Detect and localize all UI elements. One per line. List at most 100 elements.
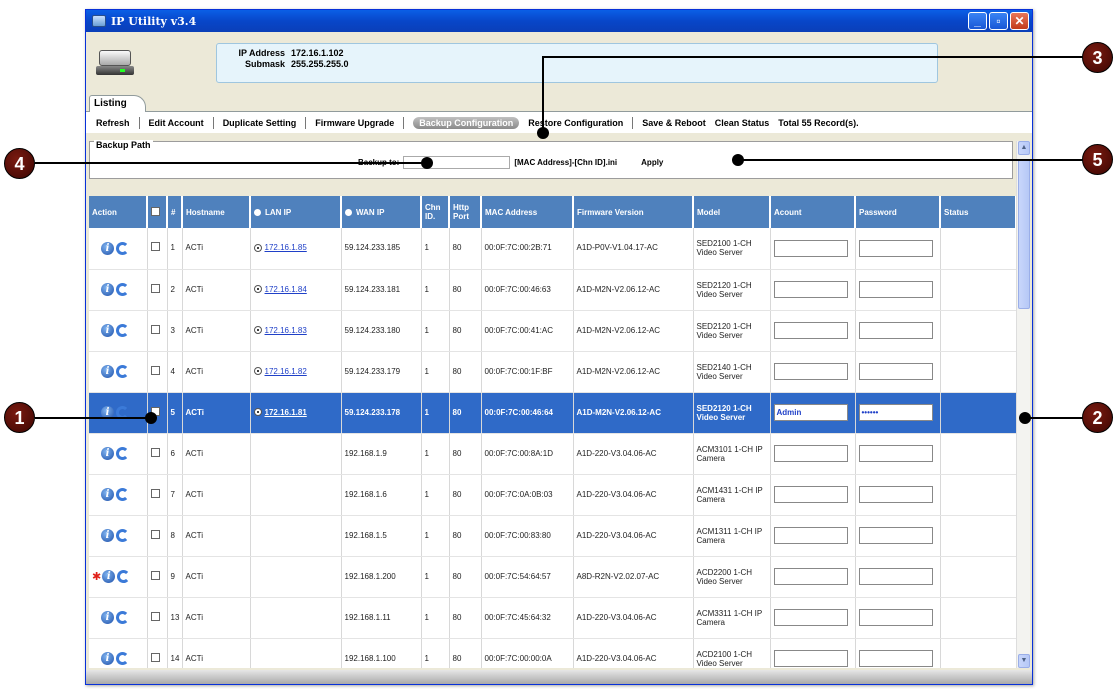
row-checkbox[interactable] bbox=[150, 324, 160, 334]
password-input[interactable] bbox=[858, 486, 933, 503]
col-lan-ip[interactable]: LAN IP bbox=[250, 196, 342, 228]
refresh-icon[interactable] bbox=[116, 529, 129, 542]
account-input[interactable] bbox=[773, 445, 848, 462]
select-cell[interactable] bbox=[147, 474, 168, 516]
select-cell[interactable] bbox=[147, 638, 168, 668]
account-input[interactable]: Admin bbox=[773, 404, 848, 421]
table-row[interactable]: i 3 ACTi 172.16.1.83 59.124.233.180 1 80 00:0F:… bbox=[89, 310, 1016, 352]
select-cell[interactable] bbox=[147, 228, 168, 270]
account-input[interactable] bbox=[773, 281, 848, 298]
vertical-scrollbar[interactable]: ▲ ▼ bbox=[1016, 141, 1030, 668]
col-account[interactable]: Acount bbox=[770, 196, 856, 228]
row-checkbox[interactable] bbox=[150, 242, 160, 252]
lan-ip-link[interactable]: 172.16.1.84 bbox=[265, 285, 307, 294]
select-cell[interactable] bbox=[147, 351, 168, 393]
refresh-icon[interactable] bbox=[116, 611, 129, 624]
col-select-all[interactable] bbox=[147, 196, 168, 228]
account-input[interactable] bbox=[773, 486, 848, 503]
refresh-icon[interactable] bbox=[116, 241, 129, 255]
lan-ip-radio[interactable] bbox=[253, 326, 262, 335]
info-icon[interactable]: i bbox=[101, 652, 114, 665]
clean-status-button[interactable]: Clean Status bbox=[715, 118, 770, 128]
row-checkbox[interactable] bbox=[150, 611, 160, 621]
firmware-upgrade-button[interactable]: Firmware Upgrade bbox=[315, 118, 394, 128]
col-status[interactable]: Status bbox=[940, 196, 1016, 228]
select-cell[interactable] bbox=[147, 597, 168, 639]
refresh-icon[interactable] bbox=[116, 283, 129, 296]
lan-ip-link[interactable]: 172.16.1.82 bbox=[265, 367, 307, 376]
select-cell[interactable] bbox=[147, 515, 168, 557]
col-chn-id[interactable]: Chn ID. bbox=[421, 196, 450, 228]
save-reboot-button[interactable]: Save & Reboot bbox=[642, 118, 706, 128]
refresh-icon[interactable] bbox=[116, 324, 129, 337]
account-input[interactable] bbox=[773, 650, 848, 667]
select-cell[interactable] bbox=[147, 433, 168, 475]
refresh-icon[interactable] bbox=[116, 488, 129, 501]
row-checkbox[interactable] bbox=[150, 652, 160, 662]
password-input[interactable] bbox=[858, 322, 933, 339]
password-input[interactable] bbox=[858, 650, 933, 667]
lan-ip-link[interactable]: 172.16.1.85 bbox=[265, 243, 307, 252]
edit-account-button[interactable]: Edit Account bbox=[149, 118, 204, 128]
select-cell[interactable] bbox=[147, 310, 168, 352]
scroll-up-icon[interactable]: ▲ bbox=[1018, 141, 1030, 155]
minimize-button[interactable]: _ bbox=[968, 12, 987, 30]
password-input[interactable] bbox=[858, 281, 933, 298]
table-row[interactable]: ✱ i 9 ACTi 192.168.1.200 1 80 00:0F:7C:54:64:57… bbox=[89, 556, 1016, 598]
refresh-icon[interactable] bbox=[117, 570, 131, 583]
row-checkbox[interactable] bbox=[150, 529, 160, 539]
table-row[interactable]: i 5 ACTi 172.16.1.81 59.124.233.178 1 80 00:0F:… bbox=[89, 392, 1016, 434]
table-row[interactable]: i 4 ACTi 172.16.1.82 59.124.233.179 1 80 00:0F:… bbox=[89, 351, 1016, 393]
info-icon[interactable]: i bbox=[101, 488, 114, 501]
table-row[interactable]: i 14 ACTi 192.168.1.100 1 80 00:0F:7C:00:00:0A… bbox=[89, 638, 1016, 668]
lan-ip-link[interactable]: 172.16.1.83 bbox=[265, 326, 307, 335]
info-icon[interactable]: i bbox=[101, 611, 114, 624]
col-password[interactable]: Password bbox=[855, 196, 941, 228]
info-icon[interactable]: i bbox=[101, 324, 114, 337]
col-model[interactable]: Model bbox=[693, 196, 771, 228]
lan-ip-radio[interactable] bbox=[253, 408, 262, 417]
password-input[interactable] bbox=[858, 609, 933, 626]
table-row[interactable]: i 13 ACTi 192.168.1.11 1 80 00:0F:7C:45:64:32 A… bbox=[89, 597, 1016, 639]
row-checkbox[interactable] bbox=[150, 283, 160, 293]
password-input[interactable] bbox=[858, 363, 933, 380]
select-cell[interactable] bbox=[147, 269, 168, 311]
info-icon[interactable]: i bbox=[102, 570, 116, 583]
table-row[interactable]: i 7 ACTi 192.168.1.6 1 80 00:0F:7C:0A:0B:03 A1D… bbox=[89, 474, 1016, 516]
row-checkbox[interactable] bbox=[150, 488, 160, 498]
account-input[interactable] bbox=[773, 527, 848, 544]
select-all-checkbox[interactable] bbox=[151, 206, 160, 216]
refresh-icon[interactable] bbox=[116, 365, 129, 378]
refresh-button[interactable]: Refresh bbox=[96, 118, 130, 128]
col-wan-ip[interactable]: WAN IP bbox=[341, 196, 422, 228]
password-input[interactable] bbox=[858, 527, 933, 544]
row-checkbox[interactable] bbox=[150, 365, 160, 375]
info-icon[interactable]: i bbox=[101, 241, 114, 255]
tab-listing[interactable]: Listing bbox=[89, 95, 146, 113]
account-input[interactable] bbox=[773, 568, 848, 585]
col-http-port[interactable]: Http Port bbox=[449, 196, 482, 228]
apply-button[interactable]: Apply bbox=[641, 158, 663, 167]
close-button[interactable]: ✕ bbox=[1010, 12, 1029, 30]
row-checkbox[interactable] bbox=[150, 447, 160, 457]
row-checkbox[interactable] bbox=[150, 570, 160, 580]
lan-ip-link[interactable]: 172.16.1.81 bbox=[265, 408, 307, 417]
lan-ip-radio[interactable] bbox=[253, 244, 262, 253]
table-row[interactable]: i 2 ACTi 172.16.1.84 59.124.233.181 1 80 00:0F:… bbox=[89, 269, 1016, 311]
table-row[interactable]: i 6 ACTi 192.168.1.9 1 80 00:0F:7C:00:8A:1D A1D… bbox=[89, 433, 1016, 475]
lan-ip-radio[interactable] bbox=[253, 367, 262, 376]
backup-configuration-button[interactable]: Backup Configuration bbox=[413, 116, 520, 129]
duplicate-setting-button[interactable]: Duplicate Setting bbox=[223, 118, 297, 128]
info-icon[interactable]: i bbox=[101, 529, 114, 542]
info-icon[interactable]: i bbox=[101, 283, 114, 296]
scroll-down-icon[interactable]: ▼ bbox=[1018, 654, 1030, 668]
password-input[interactable] bbox=[858, 445, 933, 462]
col-firmware-version[interactable]: Firmware Version bbox=[573, 196, 694, 228]
password-input[interactable] bbox=[858, 568, 933, 585]
refresh-icon[interactable] bbox=[116, 652, 129, 665]
password-input[interactable] bbox=[858, 239, 933, 257]
info-icon[interactable]: i bbox=[101, 365, 114, 378]
account-input[interactable] bbox=[773, 322, 848, 339]
password-input[interactable]: •••••• bbox=[858, 404, 933, 421]
table-row[interactable]: i 8 ACTi 192.168.1.5 1 80 00:0F:7C:00:83:80 A1D… bbox=[89, 515, 1016, 557]
